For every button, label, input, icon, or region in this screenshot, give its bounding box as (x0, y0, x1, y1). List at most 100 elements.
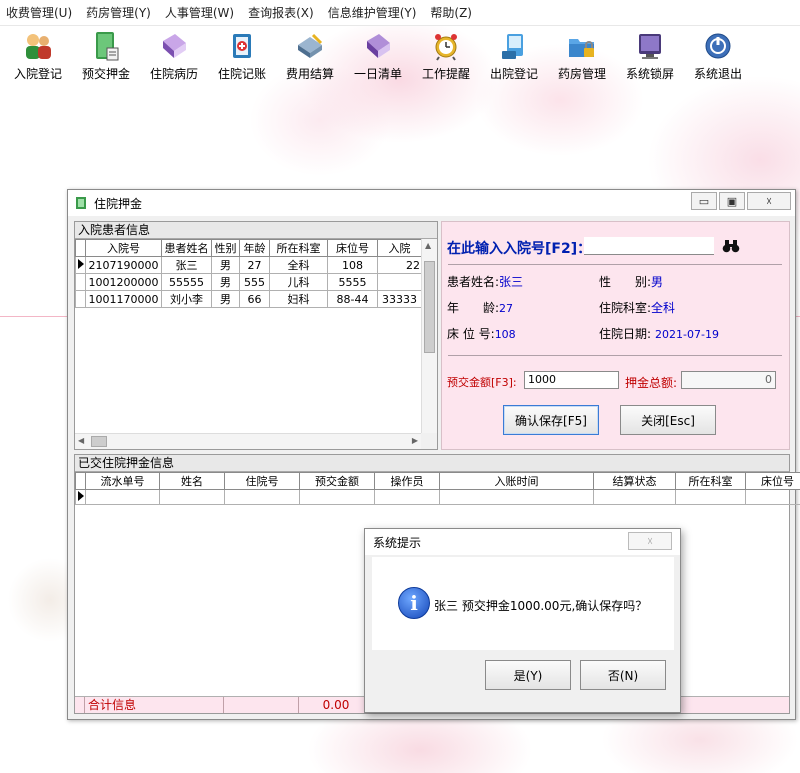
toolbar-discharge-button[interactable]: 出院登记 (480, 27, 548, 85)
toolbar-lock-screen-button[interactable]: 系统锁屏 (616, 27, 684, 85)
menu-personnel[interactable]: 人事管理(W) (165, 4, 234, 21)
deposit-amount-input[interactable]: 1000 (524, 371, 619, 389)
toolbar-pharmacy-button[interactable]: 药房管理 (548, 27, 616, 85)
cell[interactable]: 5555 (327, 273, 378, 291)
toolbar-settlement-button[interactable]: 费用结算 (276, 27, 344, 85)
col-name[interactable]: 姓名 (159, 472, 225, 490)
col-operator[interactable]: 操作员 (374, 472, 440, 490)
admission-no-input[interactable] (584, 237, 714, 255)
close-window-button[interactable]: ☓ (747, 192, 791, 210)
col-settlement-status[interactable]: 结算状态 (593, 472, 676, 490)
no-button[interactable]: 否(N) (580, 660, 666, 690)
patients-vertical-scrollbar[interactable]: ▲ (421, 239, 437, 434)
menu-pharmacy[interactable]: 药房管理(Y) (86, 4, 151, 21)
toolbar-medical-record-button[interactable]: 住院病历 (140, 27, 208, 85)
cell[interactable]: 妇科 (269, 290, 328, 308)
col-admission-date[interactable]: 入院 (377, 239, 422, 257)
table-row[interactable] (75, 489, 800, 505)
cell[interactable] (85, 489, 160, 505)
col-patient-name[interactable]: 患者姓名 (161, 239, 212, 257)
toolbar: 入院登记 预交押金 住院病历 住院记账 费用结算 一日清单 工作提醒 出院登记 … (0, 27, 800, 85)
cell[interactable] (439, 489, 594, 505)
toolbar-billing-button[interactable]: 住院记账 (208, 27, 276, 85)
table-row[interactable]: 2107190000 张三 男 27 全科 108 22 (75, 256, 422, 274)
folder-lock-icon (565, 30, 599, 62)
cell[interactable] (159, 489, 225, 505)
cell[interactable]: 男 (211, 290, 240, 308)
cell[interactable]: 儿科 (269, 273, 328, 291)
scroll-right-icon[interactable]: ▶ (412, 436, 418, 445)
confirm-save-button[interactable]: 确认保存[F5] (503, 405, 599, 435)
col-age[interactable]: 年龄 (239, 239, 270, 257)
menu-info-maintenance[interactable]: 信息维护管理(Y) (328, 4, 417, 21)
cell[interactable] (593, 489, 676, 505)
toolbar-deposit-button[interactable]: 预交押金 (72, 27, 140, 85)
col-department[interactable]: 所在科室 (675, 472, 746, 490)
table-row[interactable]: 1001200000 55555 男 555 儿科 5555 (75, 273, 422, 291)
cell[interactable]: 27 (239, 256, 270, 274)
toolbar-daily-list-button[interactable]: 一日清单 (344, 27, 412, 85)
scroll-up-icon[interactable]: ▲ (425, 241, 431, 250)
dialog-close-button[interactable]: ☓ (628, 532, 672, 550)
list-book-icon (361, 30, 395, 62)
cell[interactable]: 2107190000 (85, 256, 162, 274)
cell[interactable]: 33333 (377, 290, 422, 308)
patients-horizontal-scrollbar[interactable]: ◀ ▶ (75, 433, 421, 449)
menu-reports[interactable]: 查询报表(X) (248, 4, 314, 21)
dialog-body: i 张三 预交押金1000.00元,确认保存吗？ (372, 557, 674, 650)
cell[interactable]: 张三 (161, 256, 212, 274)
cell[interactable]: 刘小李 (161, 290, 212, 308)
col-prepaid-amount[interactable]: 预交金额 (299, 472, 375, 490)
toolbar-reminder-button[interactable]: 工作提醒 (412, 27, 480, 85)
scroll-left-icon[interactable]: ◀ (78, 436, 84, 445)
close-button[interactable]: 关闭[Esc] (620, 405, 716, 435)
cell[interactable] (374, 489, 440, 505)
yes-button[interactable]: 是(Y) (485, 660, 571, 690)
minimize-button[interactable]: ▭ (691, 192, 717, 210)
cell[interactable]: 22 (377, 256, 422, 274)
cell[interactable]: 全科 (269, 256, 328, 274)
col-serial-no[interactable]: 流水单号 (85, 472, 160, 490)
col-posting-time[interactable]: 入账时间 (439, 472, 594, 490)
cell[interactable]: 108 (327, 256, 378, 274)
toolbar-admission-button[interactable]: 入院登记 (4, 27, 72, 85)
deposits-table: 流水单号 姓名 住院号 预交金额 操作员 入账时间 结算状态 所在科室 床位号 (75, 472, 800, 505)
toolbar-pharmacy-label: 药房管理 (557, 67, 606, 81)
cell[interactable]: 男 (211, 256, 240, 274)
toolbar-discharge-label: 出院登记 (489, 67, 538, 81)
col-inpatient-no[interactable]: 住院号 (224, 472, 300, 490)
table-row[interactable]: 1001170000 刘小李 男 66 妇科 88-44 33333 (75, 290, 422, 308)
menu-help[interactable]: 帮助(Z) (430, 4, 472, 21)
col-department[interactable]: 所在科室 (269, 239, 328, 257)
monitor-icon (633, 30, 667, 62)
cell[interactable] (675, 489, 746, 505)
menu-bar: 收费管理(U) 药房管理(Y) 人事管理(W) 查询报表(X) 信息维护管理(Y… (0, 0, 800, 26)
sex-label: 性 别: (599, 275, 652, 289)
vertical-scroll-thumb[interactable] (424, 261, 435, 353)
binoculars-icon[interactable] (722, 239, 740, 256)
horizontal-scroll-thumb[interactable] (91, 436, 107, 447)
menu-charge[interactable]: 收费管理(U) (6, 4, 72, 21)
toolbar-exit-button[interactable]: 系统退出 (684, 27, 752, 85)
col-bed-no[interactable]: 床位号 (745, 472, 800, 490)
col-bed[interactable]: 床位号 (327, 239, 378, 257)
cell[interactable]: 88-44 (327, 290, 378, 308)
cell[interactable] (745, 489, 800, 505)
age-label: 年 龄: (447, 301, 500, 315)
cell[interactable]: 男 (211, 273, 240, 291)
cell[interactable]: 55555 (161, 273, 212, 291)
maximize-button[interactable]: ▣ (719, 192, 745, 210)
col-sex[interactable]: 性别 (211, 239, 240, 257)
cell[interactable]: 1001170000 (85, 290, 162, 308)
toolbar-lock-screen-label: 系统锁屏 (625, 67, 674, 81)
bed-value: 108 (494, 328, 516, 341)
cell[interactable]: 555 (239, 273, 270, 291)
col-admission-no[interactable]: 入院号 (85, 239, 162, 257)
cell[interactable] (377, 273, 422, 291)
cell[interactable]: 1001200000 (85, 273, 162, 291)
summary-amount: 0.00 (299, 697, 374, 713)
cell[interactable] (299, 489, 375, 505)
users-icon (21, 30, 55, 62)
cell[interactable] (224, 489, 300, 505)
cell[interactable]: 66 (239, 290, 270, 308)
